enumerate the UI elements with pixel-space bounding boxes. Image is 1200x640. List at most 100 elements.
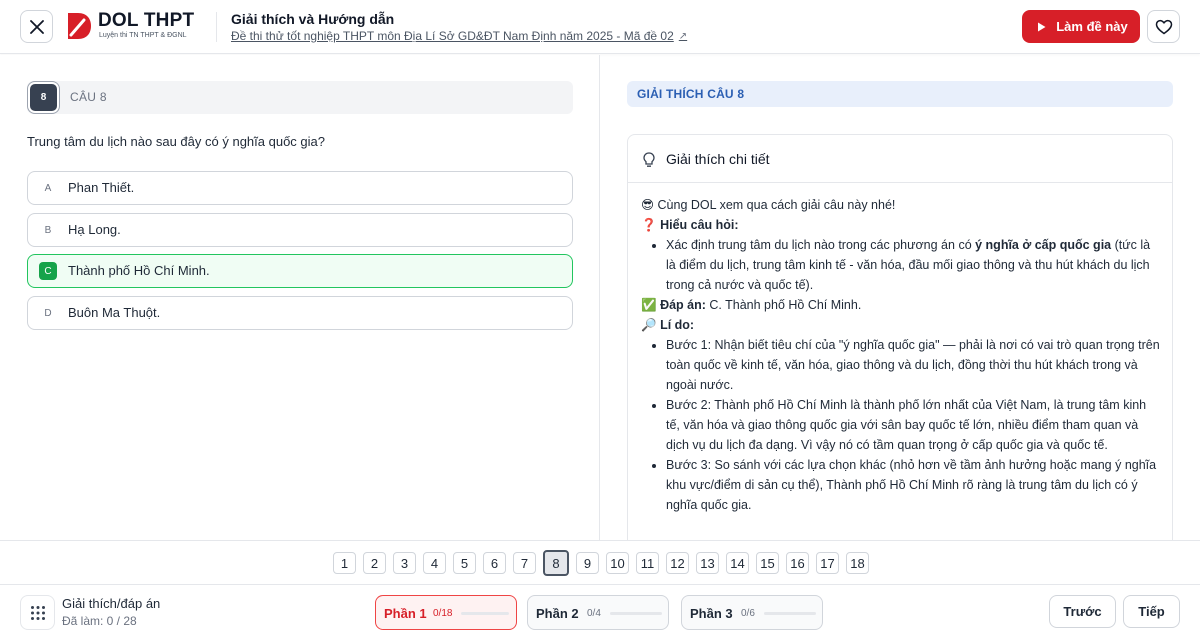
option-letter: C bbox=[39, 262, 57, 280]
option-letter: B bbox=[39, 221, 57, 239]
question-header: 8 CÂU 8 bbox=[27, 81, 573, 114]
explanation-card: Giải thích chi tiết 😎 Cùng DOL xem qua c… bbox=[627, 134, 1173, 554]
close-icon bbox=[29, 19, 44, 34]
part-count: 0/18 bbox=[433, 608, 453, 619]
explanation-body: 😎 Cùng DOL xem qua cách giải câu này nhé… bbox=[641, 195, 1161, 515]
page-button-2[interactable]: 2 bbox=[363, 552, 386, 574]
next-button[interactable]: Tiếp bbox=[1123, 595, 1180, 628]
explanation-heading: GIẢI THÍCH CÂU 8 bbox=[637, 87, 745, 101]
understand-heading: ❓ Hiểu câu hỏi: bbox=[641, 215, 1161, 235]
reason-title: Lí do: bbox=[660, 318, 695, 332]
sunglasses-emoji-icon: 😎 bbox=[641, 198, 655, 212]
external-link-icon: ↗ bbox=[678, 30, 688, 42]
part-1-tab[interactable]: Phần 1 0/18 bbox=[375, 595, 517, 630]
answer-line: ✅ Đáp án: C. Thành phố Hồ Chí Minh. bbox=[641, 295, 1161, 315]
play-icon bbox=[1038, 22, 1046, 31]
option-letter: A bbox=[39, 179, 57, 197]
answer-text: C. Thành phố Hồ Chí Minh. bbox=[705, 298, 862, 312]
step-item: Bước 1: Nhận biết tiêu chí của "ý nghĩa … bbox=[666, 335, 1161, 395]
page-button-17[interactable]: 17 bbox=[816, 552, 839, 574]
step-item: Bước 3: So sánh với các lựa chọn khác (n… bbox=[666, 455, 1161, 515]
reason-heading: 🔎 Lí do: bbox=[641, 315, 1161, 335]
step-item: Bước 2: Thành phố Hồ Chí Minh là thành p… bbox=[666, 395, 1161, 455]
favorite-button[interactable] bbox=[1147, 10, 1180, 43]
magnifier-icon: 🔎 bbox=[641, 318, 657, 332]
steps-list: Bước 1: Nhận biết tiêu chí của "ý nghĩa … bbox=[641, 335, 1161, 515]
heart-icon bbox=[1155, 19, 1172, 34]
page-button-18[interactable]: 18 bbox=[846, 552, 869, 574]
logo-title: DOL THPT bbox=[98, 10, 195, 31]
question-text: Trung tâm du lịch nào sau đây có ý nghĩa… bbox=[27, 134, 325, 149]
previous-button[interactable]: Trước bbox=[1049, 595, 1116, 628]
page-button-16[interactable]: 16 bbox=[786, 552, 809, 574]
page-button-5[interactable]: 5 bbox=[453, 552, 476, 574]
page-button-10[interactable]: 10 bbox=[606, 552, 629, 574]
intro-line: 😎 Cùng DOL xem qua cách giải câu này nhé… bbox=[641, 195, 1161, 215]
do-test-label: Làm đề này bbox=[1056, 19, 1128, 34]
page-button-8[interactable]: 8 bbox=[543, 550, 569, 576]
page-button-7[interactable]: 7 bbox=[513, 552, 536, 574]
panel-divider bbox=[599, 55, 600, 540]
intro-text: Cùng DOL xem qua cách giải câu này nhé! bbox=[657, 198, 896, 212]
part-label: Phần 3 bbox=[690, 606, 733, 621]
page-button-12[interactable]: 12 bbox=[666, 552, 689, 574]
exam-link[interactable]: Đề thi thử tốt nghiệp THPT môn Địa Lí Sở… bbox=[231, 29, 687, 43]
dol-logo-mark-icon bbox=[68, 13, 91, 39]
top-header: DOL THPT Luyện thi TN THPT & ĐGNL Giải t… bbox=[0, 0, 1200, 54]
option-text: Hạ Long. bbox=[68, 222, 121, 237]
page-button-14[interactable]: 14 bbox=[726, 552, 749, 574]
answer-title: Đáp án: bbox=[660, 298, 706, 312]
understand-title: Hiểu câu hỏi: bbox=[660, 218, 739, 232]
page-button-11[interactable]: 11 bbox=[636, 552, 659, 574]
option-a[interactable]: A Phan Thiết. bbox=[27, 171, 573, 205]
page-button-4[interactable]: 4 bbox=[423, 552, 446, 574]
explanation-card-title: Giải thích chi tiết bbox=[666, 151, 770, 167]
question-page-nav: 1 2 3 4 5 6 7 8 9 10 11 12 13 14 15 16 17 18 bbox=[0, 540, 1200, 585]
part-count: 0/6 bbox=[741, 608, 755, 619]
do-test-button[interactable]: Làm đề này bbox=[1022, 10, 1140, 43]
option-letter: D bbox=[39, 304, 57, 322]
option-text: Buôn Ma Thuột. bbox=[68, 305, 161, 320]
check-mark-icon: ✅ bbox=[641, 298, 657, 312]
grid-dots-icon bbox=[30, 605, 45, 620]
understand-item: Xác định trung tâm du lịch nào trong các… bbox=[666, 235, 1161, 295]
footer-progress: Đã làm: 0 / 28 bbox=[62, 614, 137, 628]
explanation-card-header: Giải thích chi tiết bbox=[628, 135, 1172, 183]
question-number-badge: 8 bbox=[30, 84, 57, 111]
part-progress-bar bbox=[461, 612, 509, 615]
page-button-13[interactable]: 13 bbox=[696, 552, 719, 574]
lightbulb-icon bbox=[643, 152, 655, 167]
part-3-tab[interactable]: Phần 3 0/6 bbox=[681, 595, 823, 630]
question-mark-icon: ❓ bbox=[641, 218, 657, 232]
part-label: Phần 1 bbox=[384, 606, 427, 621]
option-b[interactable]: B Hạ Long. bbox=[27, 213, 573, 247]
page-title: Giải thích và Hướng dẫn bbox=[231, 11, 395, 27]
exam-link-text: Đề thi thử tốt nghiệp THPT môn Địa Lí Sở… bbox=[231, 29, 674, 43]
part-label: Phần 2 bbox=[536, 606, 579, 621]
option-text: Phan Thiết. bbox=[68, 180, 135, 195]
part-count: 0/4 bbox=[587, 608, 601, 619]
page-button-3[interactable]: 3 bbox=[393, 552, 416, 574]
part-progress-bar bbox=[610, 612, 662, 615]
explanation-header: GIẢI THÍCH CÂU 8 bbox=[627, 81, 1173, 107]
page-button-1[interactable]: 1 bbox=[333, 552, 356, 574]
header-divider bbox=[216, 12, 217, 42]
option-c-correct[interactable]: C Thành phố Hồ Chí Minh. bbox=[27, 254, 573, 288]
dol-logo[interactable]: DOL THPT Luyện thi TN THPT & ĐGNL bbox=[66, 10, 206, 44]
page-buttons: 1 2 3 4 5 6 7 8 9 10 11 12 13 14 15 16 17 18 bbox=[333, 550, 869, 576]
question-grid-button[interactable] bbox=[20, 595, 55, 630]
page-button-15[interactable]: 15 bbox=[756, 552, 779, 574]
footer-title: Giải thích/đáp án bbox=[62, 596, 161, 611]
question-label: CÂU 8 bbox=[70, 90, 107, 104]
option-d[interactable]: D Buôn Ma Thuột. bbox=[27, 296, 573, 330]
page-button-6[interactable]: 6 bbox=[483, 552, 506, 574]
part-2-tab[interactable]: Phần 2 0/4 bbox=[527, 595, 669, 630]
page-button-9[interactable]: 9 bbox=[576, 552, 599, 574]
part-progress-bar bbox=[764, 612, 816, 615]
close-button[interactable] bbox=[20, 10, 53, 43]
logo-subtitle: Luyện thi TN THPT & ĐGNL bbox=[99, 32, 187, 39]
understand-list: Xác định trung tâm du lịch nào trong các… bbox=[641, 235, 1161, 295]
bottom-bar: Giải thích/đáp án Đã làm: 0 / 28 Phần 1 … bbox=[0, 585, 1200, 640]
understand-text-bold: ý nghĩa ở cấp quốc gia bbox=[975, 238, 1112, 252]
option-text: Thành phố Hồ Chí Minh. bbox=[68, 263, 210, 278]
